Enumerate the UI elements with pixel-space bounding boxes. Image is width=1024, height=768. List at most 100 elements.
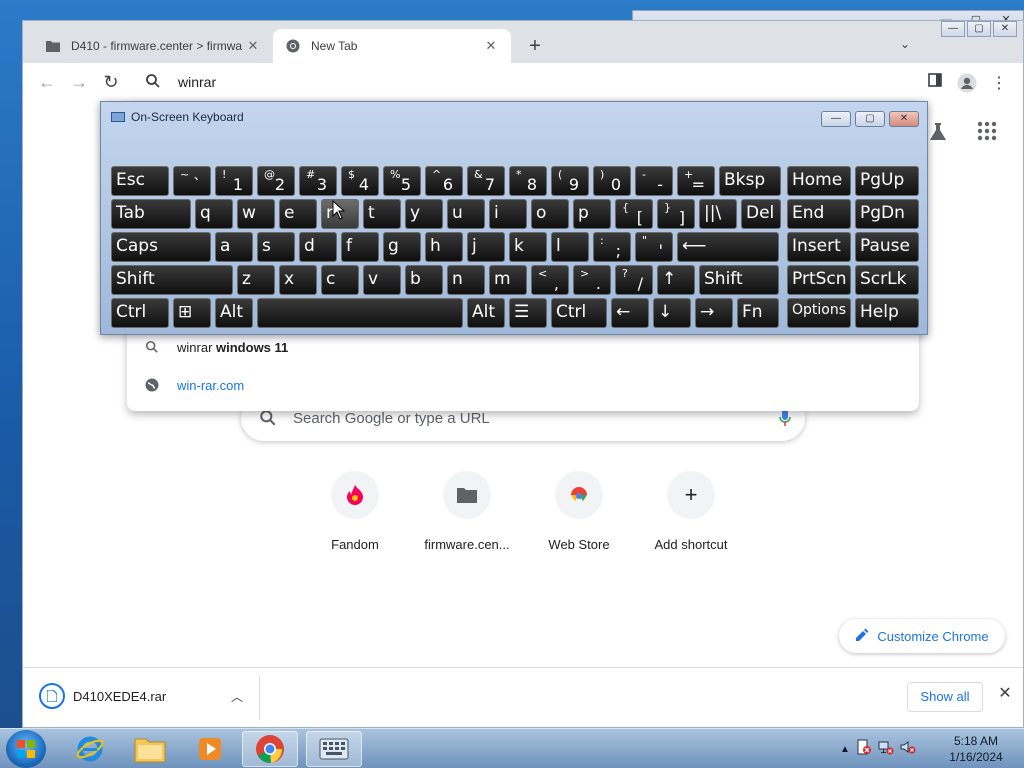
osk-key-alt[interactable]: Alt — [467, 298, 505, 328]
osk-key-f[interactable]: f — [341, 232, 379, 262]
osk-key-insert[interactable]: Insert — [787, 232, 851, 262]
microphone-icon[interactable] — [765, 408, 805, 428]
osk-key-pgdn[interactable]: PgDn — [855, 199, 919, 229]
osk-key--9[interactable]: (9 — [551, 166, 589, 196]
osk-key--6[interactable]: ^ 6 — [425, 166, 463, 196]
volume-muted-icon[interactable] — [900, 739, 916, 760]
osk-key-n[interactable]: n — [447, 265, 485, 295]
osk-key-home[interactable]: Home — [787, 166, 851, 196]
osk-key-o[interactable]: o — [531, 199, 569, 229]
tab-new-tab[interactable]: New Tab ✕ — [273, 29, 511, 63]
osk-key-e[interactable]: e — [279, 199, 317, 229]
action-center-icon[interactable] — [856, 739, 872, 760]
osk-key--2[interactable]: @2 — [257, 166, 295, 196]
taskbar-internet-explorer[interactable] — [62, 731, 118, 767]
shortcut-add[interactable]: + Add shortcut — [635, 471, 747, 552]
osk-key-y[interactable]: y — [405, 199, 443, 229]
suggestion-url[interactable]: win-rar.com — [127, 367, 919, 403]
osk-key-help[interactable]: Help — [855, 298, 919, 328]
osk-key-shift[interactable]: Shift — [111, 265, 233, 295]
side-panel-icon[interactable] — [925, 73, 945, 93]
taskbar-clock[interactable]: 5:18 AM 1/16/2024 — [936, 733, 1016, 765]
shortcut-fandom[interactable]: Fandom — [299, 471, 411, 552]
osk-key--[interactable]: }] — [657, 199, 695, 229]
start-button[interactable] — [6, 730, 46, 768]
osk-key-end[interactable]: End — [787, 199, 851, 229]
chevron-up-icon[interactable]: ︿ — [231, 688, 243, 705]
osk-key-prtscn[interactable]: PrtScn — [787, 265, 851, 295]
osk-key--[interactable]: -- — [635, 166, 673, 196]
osk-key-i[interactable]: i — [489, 199, 527, 229]
osk-key--[interactable]: :; — [593, 232, 631, 262]
osk-key-p[interactable]: p — [573, 199, 611, 229]
osk-key-tab[interactable]: Tab — [111, 199, 191, 229]
chevron-down-icon[interactable]: ⌄ — [895, 37, 915, 57]
network-icon[interactable] — [878, 739, 894, 760]
osk-key-ctrl[interactable]: Ctrl — [111, 298, 169, 328]
forward-arrow-icon[interactable]: → — [67, 71, 91, 95]
osk-key--5[interactable]: % 5 — [383, 166, 421, 196]
osk-key--[interactable]: <, — [531, 265, 569, 295]
osk-key-alt[interactable]: Alt — [215, 298, 253, 328]
osk-key-caps[interactable]: Caps — [111, 232, 211, 262]
osk-key--[interactable]: {[ — [615, 199, 653, 229]
osk-key-ctrl[interactable]: Ctrl — [551, 298, 607, 328]
osk-key-fn[interactable]: Fn — [737, 298, 779, 328]
osk-key-d[interactable]: d — [299, 232, 337, 262]
customize-chrome-button[interactable]: Customize Chrome — [839, 619, 1005, 653]
osk-key--[interactable]: + = — [677, 166, 715, 196]
osk-key-space[interactable] — [257, 298, 463, 328]
osk-key--8[interactable]: * 8 — [509, 166, 547, 196]
osk-key--3[interactable]: #3 — [299, 166, 337, 196]
taskbar-file-explorer[interactable] — [122, 731, 178, 767]
osk-key-del[interactable]: Del — [741, 199, 781, 229]
taskbar-on-screen-keyboard[interactable] — [306, 731, 362, 767]
osk-key-c[interactable]: c — [321, 265, 359, 295]
osk-key-t[interactable]: t — [363, 199, 401, 229]
osk-key-a[interactable]: a — [215, 232, 253, 262]
osk-key-v[interactable]: v — [363, 265, 401, 295]
reload-icon[interactable]: ↻ — [99, 71, 123, 95]
osk-key--[interactable]: ⟵ — [677, 232, 779, 262]
osk-key-w[interactable]: w — [237, 199, 275, 229]
shortcut-firmware[interactable]: firmware.cen... — [411, 471, 523, 552]
osk-key-shift[interactable]: Shift — [699, 265, 779, 295]
osk-key--4[interactable]: $4 — [341, 166, 379, 196]
new-tab-button[interactable]: + — [523, 35, 547, 59]
tab-firmware[interactable]: D410 - firmware.center > firmwa ✕ — [33, 29, 273, 63]
download-item[interactable]: D410XEDE4.rar ︿ — [39, 680, 259, 712]
osk-key--[interactable]: ☰ — [509, 298, 547, 328]
osk-key-s[interactable]: s — [257, 232, 295, 262]
osk-key-options[interactable]: Options — [787, 298, 851, 328]
show-hidden-icons-icon[interactable]: ▲ — [840, 744, 850, 755]
osk-key-k[interactable]: k — [509, 232, 547, 262]
more-menu-icon[interactable]: ⋮ — [989, 73, 1009, 93]
osk-key--[interactable]: ↓ — [653, 298, 691, 328]
osk-key-u[interactable]: u — [447, 199, 485, 229]
osk-key-x[interactable]: x — [279, 265, 317, 295]
omnibox[interactable]: winrar — [127, 63, 919, 103]
osk-key--[interactable]: >. — [573, 265, 611, 295]
taskbar-media-player[interactable] — [182, 731, 238, 767]
osk-key-l[interactable]: l — [551, 232, 589, 262]
back-arrow-icon[interactable]: ← — [35, 71, 59, 95]
osk-key--[interactable]: → — [695, 298, 733, 328]
osk-key-q[interactable]: q — [195, 199, 233, 229]
osk-key--[interactable]: ||\ — [699, 199, 737, 229]
osk-key-m[interactable]: m — [489, 265, 527, 295]
osk-key-h[interactable]: h — [425, 232, 463, 262]
osk-key-esc[interactable]: Esc — [111, 166, 169, 196]
osk-key-z[interactable]: z — [237, 265, 275, 295]
osk-key-bksp[interactable]: Bksp — [719, 166, 781, 196]
omnibox-input[interactable]: winrar — [178, 74, 216, 90]
maximize-button[interactable]: ▢ — [967, 21, 991, 37]
osk-key--[interactable]: ← — [611, 298, 649, 328]
minimize-button[interactable]: — — [941, 21, 965, 37]
osk-key-g[interactable]: g — [383, 232, 421, 262]
labs-flask-icon[interactable] — [927, 121, 949, 148]
taskbar-chrome[interactable] — [242, 731, 298, 767]
show-all-button[interactable]: Show all — [907, 682, 983, 712]
close-icon[interactable]: ✕ — [995, 684, 1015, 704]
osk-key--0[interactable]: ) 0 — [593, 166, 631, 196]
profile-avatar-icon[interactable] — [957, 73, 977, 93]
